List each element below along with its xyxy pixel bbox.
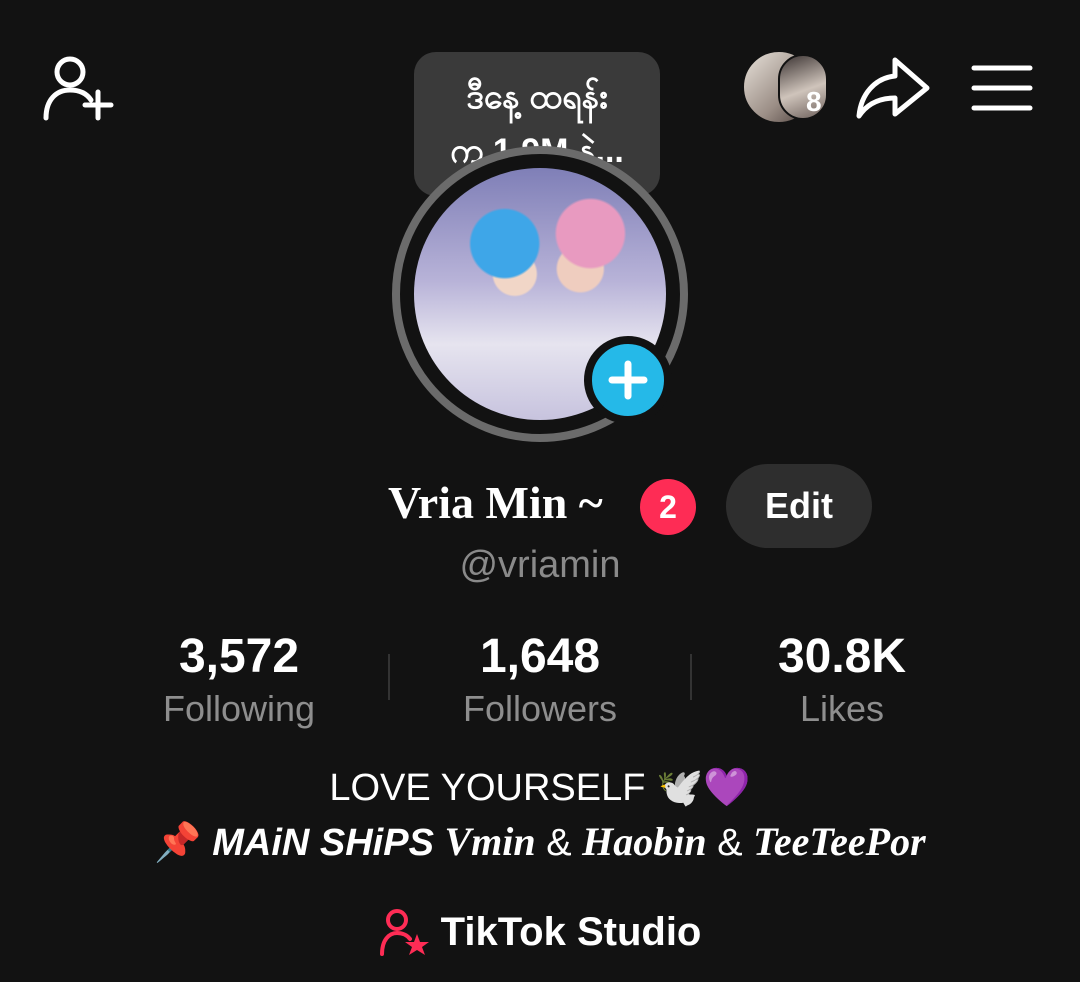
stat-divider (388, 654, 390, 700)
profile-viewers[interactable]: 8 (742, 48, 832, 124)
notification-badge[interactable]: 2 (640, 479, 696, 535)
stat-divider (690, 654, 692, 700)
tiktok-studio-label: TikTok Studio (440, 909, 702, 954)
stat-label: Following (162, 688, 316, 729)
bio-line-2: 📌 MAiN SHiPS Vmin & Haobin & TeeTeePor (0, 818, 1080, 865)
menu-icon[interactable] (970, 60, 1034, 116)
stat-value: 3,572 (178, 630, 300, 683)
plus-icon (608, 360, 648, 400)
stat-label: Followers (462, 688, 618, 729)
ship-name: Haobin (582, 819, 707, 864)
tooltip-line-1: ဒီနေ့ ထရန်း (466, 78, 608, 116)
stat-likes[interactable]: 30.8K Likes (732, 628, 952, 732)
stat-value: 30.8K (777, 630, 907, 683)
stat-value: 1,648 (479, 630, 601, 683)
ampersand: & (546, 822, 572, 864)
add-story-button[interactable] (584, 336, 672, 424)
ship-name: Vmin (444, 819, 536, 864)
display-name: Vria Min ~ (388, 477, 603, 528)
username: @vriamin (459, 544, 621, 586)
main-ships-text: MAiN SHiPS (212, 822, 434, 864)
viewer-count: 8 (806, 86, 822, 117)
share-icon[interactable] (855, 54, 931, 122)
add-friend-icon[interactable] (40, 52, 116, 122)
ship-name: TeeTeePor (753, 819, 926, 864)
ampersand: & (717, 822, 743, 864)
tiktok-studio-link[interactable]: TikTok Studio (0, 908, 1080, 956)
edit-profile-button[interactable]: Edit (726, 464, 872, 548)
bio-line-1: LOVE YOURSELF 🕊️💜 (329, 767, 751, 809)
pin-emoji: 📌 (154, 822, 202, 864)
stat-label: Likes (799, 688, 885, 729)
stat-followers[interactable]: 1,648 Followers (430, 628, 650, 732)
stat-following[interactable]: 3,572 Following (129, 628, 349, 732)
creator-studio-icon (379, 908, 431, 956)
